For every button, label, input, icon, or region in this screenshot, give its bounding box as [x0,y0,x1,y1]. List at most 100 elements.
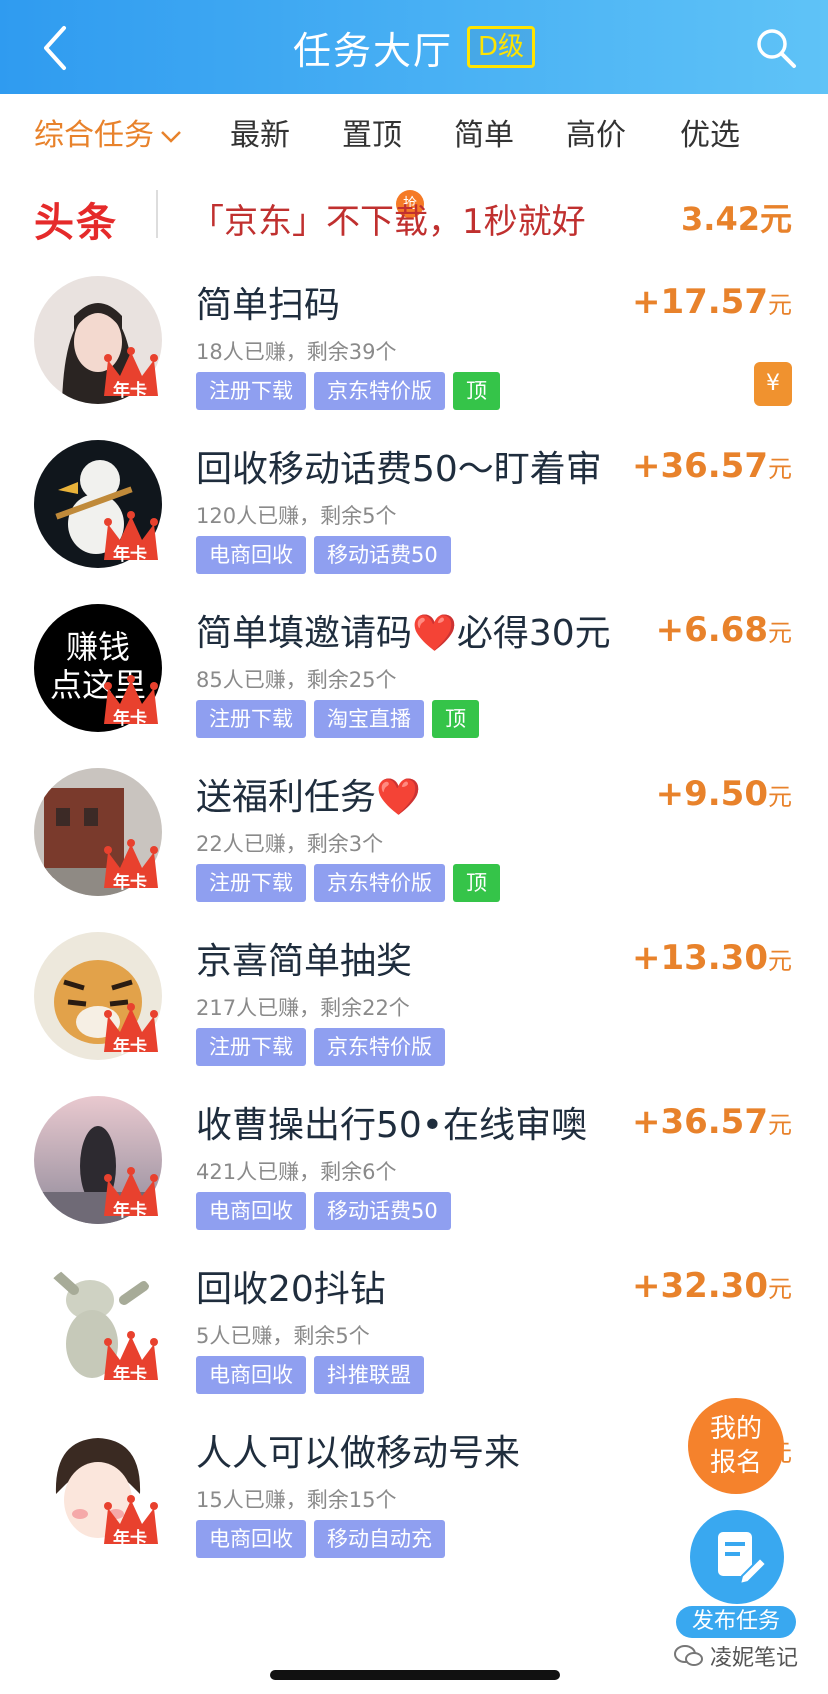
wechat-icon [673,1645,703,1666]
my-signups-label: 报名 [709,1448,762,1478]
task-title: 送福利任务❤️ [196,777,421,818]
task-reward: +32.30元 [632,1266,792,1306]
task-tag: 淘宝直播 [314,700,424,738]
annual-card-label: 年卡 [113,1037,147,1057]
reward-unit: 元 [768,1275,792,1303]
publish-task-button[interactable]: 发布任务 [676,1510,796,1640]
task-item[interactable]: 赚钱 点这里 年卡 简单填邀请码❤️必得30元 85人已赚，剩余25个 注册下载… [0,584,828,762]
task-meta: 15人已赚，剩余15个 [196,1488,397,1512]
task-tag: 注册下载 [196,700,306,738]
pinned-tag: 顶 [432,700,479,738]
annual-card-label: 年卡 [113,709,147,729]
task-title: 京喜简单抽奖 [196,941,413,982]
headline-price: 3.42元 [681,200,792,238]
task-meta: 421人已赚，剩余6个 [196,1160,397,1184]
task-item[interactable]: 年卡 回收20抖钻 5人已赚，剩余5个 电商回收 抖推联盟 +32.30元 [0,1240,828,1418]
task-reward: +9.50元 [656,774,792,814]
reward-unit: 元 [768,947,792,975]
annual-card-label: 年卡 [113,873,147,893]
task-reward: +13.30元 [632,938,792,978]
task-tag: 移动话费50 [314,1192,451,1230]
task-tag: 京东特价版 [314,864,445,902]
annual-card-label: 年卡 [113,1365,147,1385]
reward-unit: 元 [768,455,792,483]
task-reward: +17.57元 [632,282,792,322]
task-meta: 22人已赚，剩余3个 [196,832,384,856]
top-bar: 任务大厅 D级 [0,0,828,94]
my-signups-button[interactable]: 我的 报名 [688,1398,784,1494]
headline-text: 「京东」不下载，1秒就好 [190,202,586,242]
tab-comprehensive[interactable]: 综合任务 [34,94,182,178]
reward-amount: +36.57 [631,1102,768,1142]
task-title: 简单填邀请码❤️必得30元 [196,613,611,654]
task-meta: 18人已赚，剩余39个 [196,340,397,364]
task-reward: +6.68元 [656,610,792,650]
publish-task-label: 发布任务 [676,1606,796,1638]
task-tag: 电商回收 [196,1356,306,1394]
task-tag: 电商回收 [196,536,306,574]
task-tag: 注册下载 [196,372,306,410]
document-edit-icon [718,1532,768,1586]
task-tag: 京东特价版 [314,372,445,410]
reward-unit: 元 [768,783,792,811]
reward-unit: 元 [768,619,792,647]
task-item[interactable]: 年卡 收曹操出行50•在线审噢 421人已赚，剩余6个 电商回收 移动话费50 … [0,1076,828,1254]
chevron-down-icon [161,130,181,143]
task-title: 回收移动话费50～盯着审 [196,449,602,490]
headline-banner[interactable]: 头条 「京东」不下载，1秒就好 3.42元 [0,178,828,250]
reward-amount: +6.68 [655,610,768,650]
task-tag: 京东特价版 [314,1028,445,1066]
task-reward: +36.57元 [632,1102,792,1142]
task-title: 简单扫码 [196,285,341,326]
tab-pinned[interactable]: 置顶 [342,94,402,178]
task-item[interactable]: 年卡 京喜简单抽奖 217人已赚，剩余22个 注册下载 京东特价版 +13.30… [0,912,828,1090]
watermark-text: 凌妮笔记 [709,1646,798,1671]
tab-preferred[interactable]: 优选 [680,94,740,178]
task-tag: 注册下载 [196,1028,306,1066]
home-indicator [270,1670,560,1680]
search-icon[interactable] [752,24,800,72]
filter-tabs: 综合任务 最新 置顶 抢 简单 高价 优选 [0,94,828,218]
headline-logo: 头条 [34,200,118,246]
tab-label: 综合任务 [34,118,154,153]
annual-card-label: 年卡 [113,1529,147,1549]
reward-amount: +9.50 [655,774,768,814]
task-meta: 120人已赚，剩余5个 [196,504,397,528]
yen-icon: ¥ [754,362,792,406]
task-tag: 注册下载 [196,864,306,902]
my-signups-label: 我的 [709,1414,762,1444]
task-meta: 217人已赚，剩余22个 [196,996,410,1020]
reward-amount: +32.30 [631,1266,768,1306]
task-item[interactable]: 年卡 送福利任务❤️ 22人已赚，剩余3个 注册下载 京东特价版 顶 +9.50… [0,748,828,926]
task-tag: 移动自动充 [314,1520,445,1558]
avatar-text: 赚钱 [65,628,130,666]
task-tag: 移动话费50 [314,536,451,574]
task-tag: 电商回收 [196,1192,306,1230]
annual-card-label: 年卡 [113,381,147,401]
task-meta: 85人已赚，剩余25个 [196,668,397,692]
task-title: 收曹操出行50•在线审噢 [196,1105,588,1146]
reward-amount: +17.57 [631,282,768,322]
task-meta: 5人已赚，剩余5个 [196,1324,370,1348]
task-title: 回收20抖钻 [196,1269,386,1310]
annual-card-label: 年卡 [113,545,147,565]
pinned-tag: 顶 [453,372,500,410]
divider [156,190,158,238]
tab-newest[interactable]: 最新 [230,94,290,178]
tab-high-price[interactable]: 高价 [566,94,626,178]
reward-amount: +13.30 [631,938,768,978]
watermark: 凌妮笔记 [673,1640,798,1672]
task-tag: 电商回收 [196,1520,306,1558]
pinned-tag: 顶 [453,864,500,902]
task-reward: +36.57元 [632,446,792,486]
tab-simple[interactable]: 简单 [454,94,514,178]
task-title: 人人可以做移动号来 [196,1433,521,1474]
page-title: 任务大厅 [292,28,453,73]
task-item[interactable]: 年卡 回收移动话费50～盯着审 120人已赚，剩余5个 电商回收 移动话费50 … [0,420,828,598]
reward-unit: 元 [768,291,792,319]
tab-label: 置顶 [342,118,402,153]
level-badge: D级 [466,26,536,68]
task-tag: 抖推联盟 [314,1356,424,1394]
task-item[interactable]: 年卡 简单扫码 18人已赚，剩余39个 注册下载 京东特价版 顶 +17.57元… [0,256,828,434]
annual-card-label: 年卡 [113,1201,147,1221]
